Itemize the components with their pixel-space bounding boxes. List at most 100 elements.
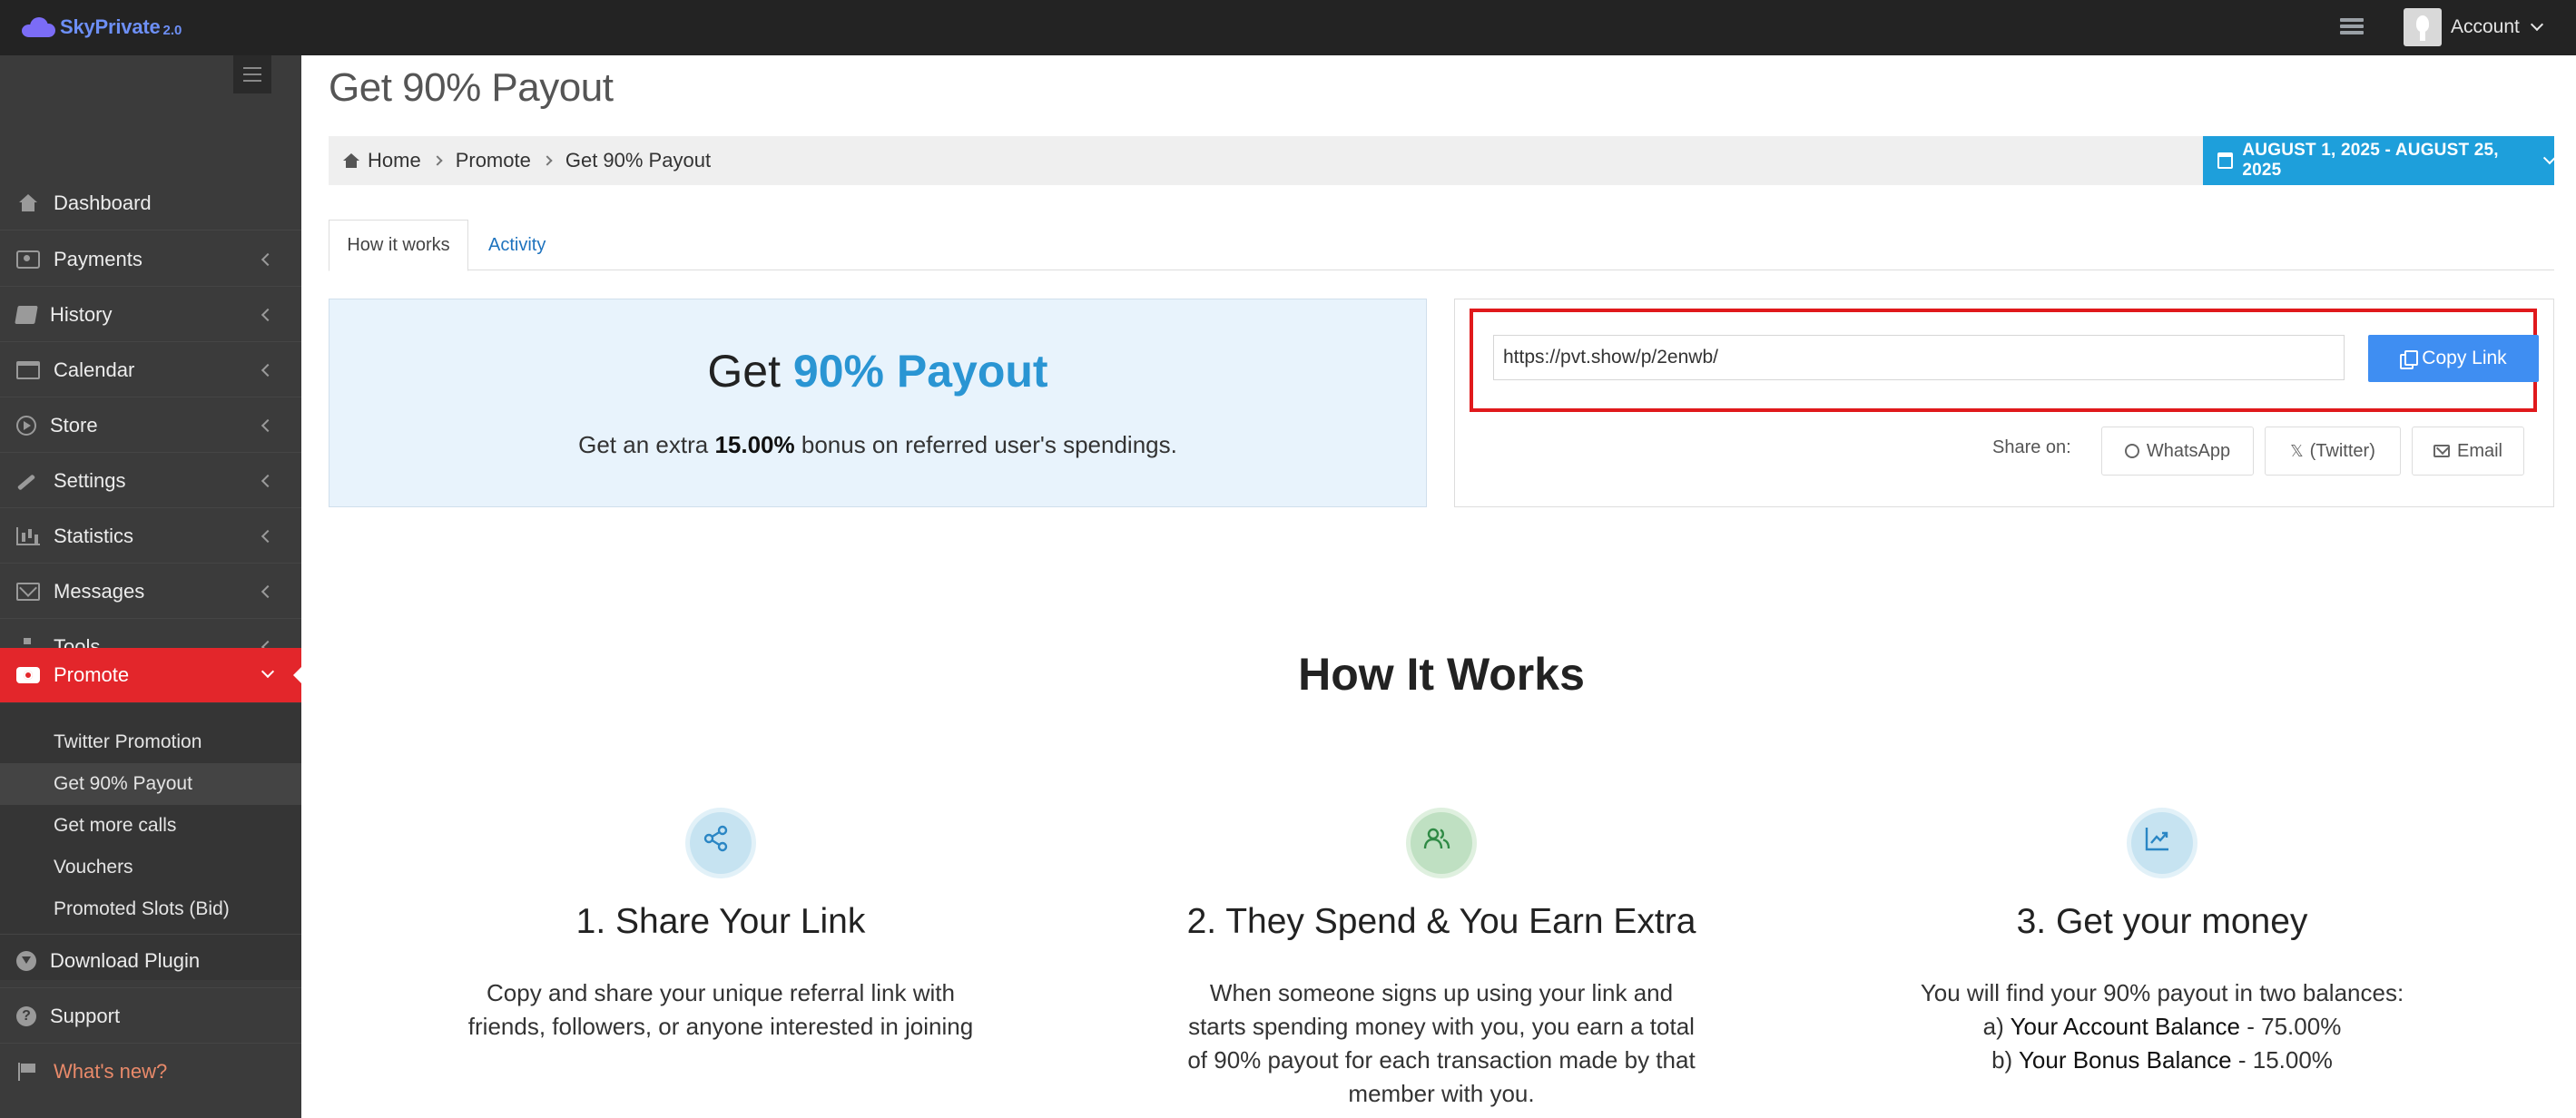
page-title: Get 90% Payout bbox=[329, 65, 614, 110]
logo[interactable]: SkyPrivate 2.0 bbox=[22, 11, 182, 44]
home-icon bbox=[16, 193, 40, 212]
sidebar-item-dashboard[interactable]: Dashboard bbox=[0, 176, 301, 230]
share-twitter-button[interactable]: 𝕏 (Twitter) bbox=[2265, 427, 2401, 476]
step-text-line: You will find your 90% payout in two bal… bbox=[1920, 979, 2404, 1006]
submenu-item-vouchers[interactable]: Vouchers bbox=[0, 847, 301, 888]
share-whatsapp-button[interactable]: WhatsApp bbox=[2101, 427, 2254, 476]
chevron-left-icon bbox=[261, 584, 275, 598]
highlight-frame: Copy Link bbox=[1470, 309, 2539, 412]
submenu-label: Twitter Promotion bbox=[54, 731, 202, 752]
wrench-icon bbox=[16, 472, 40, 490]
sidebar-item-label: Support bbox=[50, 1004, 121, 1027]
x-twitter-icon: 𝕏 bbox=[2290, 441, 2304, 460]
sidebar-item-settings[interactable]: Settings bbox=[0, 454, 301, 508]
share-whatsapp-label: WhatsApp bbox=[2146, 440, 2231, 461]
step-description: Copy and share your unique referral link… bbox=[403, 976, 1038, 1044]
step-text-line: When someone signs up using your link an… bbox=[1209, 979, 1674, 1006]
envelope-icon bbox=[2433, 445, 2450, 457]
step-share-link: 1. Share Your Link Copy and share your u… bbox=[403, 808, 1038, 1044]
sidebar: Dashboard Payments History Calendar Stor… bbox=[0, 55, 302, 1118]
book-icon bbox=[15, 305, 38, 324]
sidebar-item-messages[interactable]: Messages bbox=[0, 564, 301, 619]
step-title: 1. Share Your Link bbox=[575, 902, 866, 941]
chevron-down-icon bbox=[261, 664, 275, 679]
share-twitter-label: (Twitter) bbox=[2309, 440, 2375, 461]
chevron-left-icon bbox=[261, 308, 275, 321]
sidebar-item-store[interactable]: Store bbox=[0, 398, 301, 453]
how-it-works-title: How It Works bbox=[1298, 649, 1585, 700]
submenu-item-promoted-slots[interactable]: Promoted Slots (Bid) bbox=[0, 888, 301, 930]
step-spend-earn: 2. They Spend & You Earn Extra When some… bbox=[1124, 808, 1759, 1111]
chevron-left-icon bbox=[261, 363, 275, 377]
sidebar-item-download-plugin[interactable]: Download Plugin bbox=[0, 934, 301, 988]
submenu-item-twitter-promotion[interactable]: Twitter Promotion bbox=[0, 721, 301, 763]
step-text-line: member with you. bbox=[1348, 1080, 1535, 1107]
sidebar-item-whats-new[interactable]: What's new? bbox=[0, 1044, 301, 1099]
money-icon bbox=[16, 250, 40, 269]
breadcrumb-promote[interactable]: Promote bbox=[456, 149, 531, 172]
bar-chart-icon bbox=[16, 526, 40, 545]
server-list-icon[interactable] bbox=[2340, 18, 2364, 38]
chevron-left-icon bbox=[261, 529, 275, 543]
sidebar-item-history[interactable]: History bbox=[0, 288, 301, 342]
sidebar-item-label: Calendar bbox=[54, 358, 135, 381]
sidebar-item-label: Messages bbox=[54, 579, 145, 603]
step-text-line: friends, followers, or anyone interested… bbox=[467, 1013, 974, 1040]
sidebar-item-label: Store bbox=[50, 413, 98, 436]
bonus-percentage: 15.00% bbox=[714, 431, 795, 458]
avatar bbox=[2404, 8, 2442, 46]
sidebar-item-statistics[interactable]: Statistics bbox=[0, 509, 301, 564]
step-text-line: starts spending money with you, you earn… bbox=[1188, 1013, 1695, 1040]
step-description: When someone signs up using your link an… bbox=[1124, 976, 1759, 1111]
referral-link-input[interactable] bbox=[1493, 335, 2345, 380]
banner-title: Get 90% Payout bbox=[329, 345, 1426, 397]
flag-icon bbox=[16, 1063, 40, 1081]
share-email-button[interactable]: Email bbox=[2412, 427, 2524, 476]
chevron-right-icon bbox=[432, 155, 443, 166]
banner-title-prefix: Get bbox=[707, 346, 781, 397]
home-icon bbox=[343, 153, 359, 168]
bonus-balance-label: Your Bonus Balance bbox=[2018, 1046, 2232, 1074]
calendar-icon bbox=[2217, 152, 2234, 169]
chevron-down-icon bbox=[2530, 17, 2543, 32]
date-range-picker[interactable]: AUGUST 1, 2025 - AUGUST 25, 2025 bbox=[2203, 136, 2557, 185]
payout-banner: Get 90% Payout Get an extra 15.00% bonus… bbox=[329, 299, 1427, 507]
submenu-label: Promoted Slots (Bid) bbox=[54, 898, 230, 919]
banner-subtitle-suffix: bonus on referred user's spendings. bbox=[801, 431, 1177, 458]
account-menu[interactable]: Account bbox=[2404, 7, 2543, 47]
menu-toggle-icon[interactable] bbox=[233, 55, 271, 93]
account-balance-value: - 75.00% bbox=[2247, 1013, 2342, 1040]
play-circle-icon bbox=[16, 415, 36, 436]
banner-title-highlight: 90% Payout bbox=[792, 346, 1048, 397]
submenu-label: Vouchers bbox=[54, 857, 133, 878]
chevron-down-icon bbox=[2543, 152, 2557, 164]
sidebar-item-support[interactable]: ? Support bbox=[0, 989, 301, 1044]
list-marker: a) bbox=[1982, 1013, 2004, 1040]
chart-line-icon bbox=[2127, 808, 2197, 878]
sidebar-item-label: Settings bbox=[54, 468, 126, 492]
tab-how-it-works[interactable]: How it works bbox=[329, 220, 468, 271]
sidebar-item-payments[interactable]: Payments bbox=[0, 232, 301, 287]
chevron-left-icon bbox=[261, 474, 275, 487]
banner-subtitle-prefix: Get an extra bbox=[578, 431, 709, 458]
submenu-label: Get 90% Payout bbox=[54, 773, 192, 794]
list-marker: b) bbox=[1991, 1046, 2013, 1074]
account-balance-label: Your Account Balance bbox=[2010, 1013, 2241, 1040]
step-title: 3. Get your money bbox=[2016, 902, 2308, 941]
breadcrumb-home[interactable]: Home bbox=[368, 149, 421, 172]
step-title: 2. They Spend & You Earn Extra bbox=[1186, 902, 1696, 941]
share-on-label: Share on: bbox=[1992, 437, 2071, 457]
step-text-line: of 90% payout for each transaction made … bbox=[1187, 1046, 1696, 1074]
sidebar-item-calendar[interactable]: Calendar bbox=[0, 343, 301, 397]
submenu-item-get-90-payout[interactable]: Get 90% Payout bbox=[0, 763, 301, 805]
sidebar-item-promote[interactable]: Promote bbox=[0, 648, 302, 702]
submenu-item-get-more-calls[interactable]: Get more calls bbox=[0, 805, 301, 847]
step-text-line: Copy and share your unique referral link… bbox=[487, 979, 955, 1006]
copy-icon bbox=[2400, 350, 2419, 369]
sidebar-item-label: Download Plugin bbox=[50, 949, 201, 972]
cloud-logo-icon bbox=[22, 17, 56, 37]
tab-bar: How it works Activity bbox=[329, 220, 2554, 271]
breadcrumb-current: Get 90% Payout bbox=[565, 149, 712, 172]
copy-link-button[interactable]: Copy Link bbox=[2368, 335, 2539, 382]
tab-activity[interactable]: Activity bbox=[488, 220, 546, 271]
